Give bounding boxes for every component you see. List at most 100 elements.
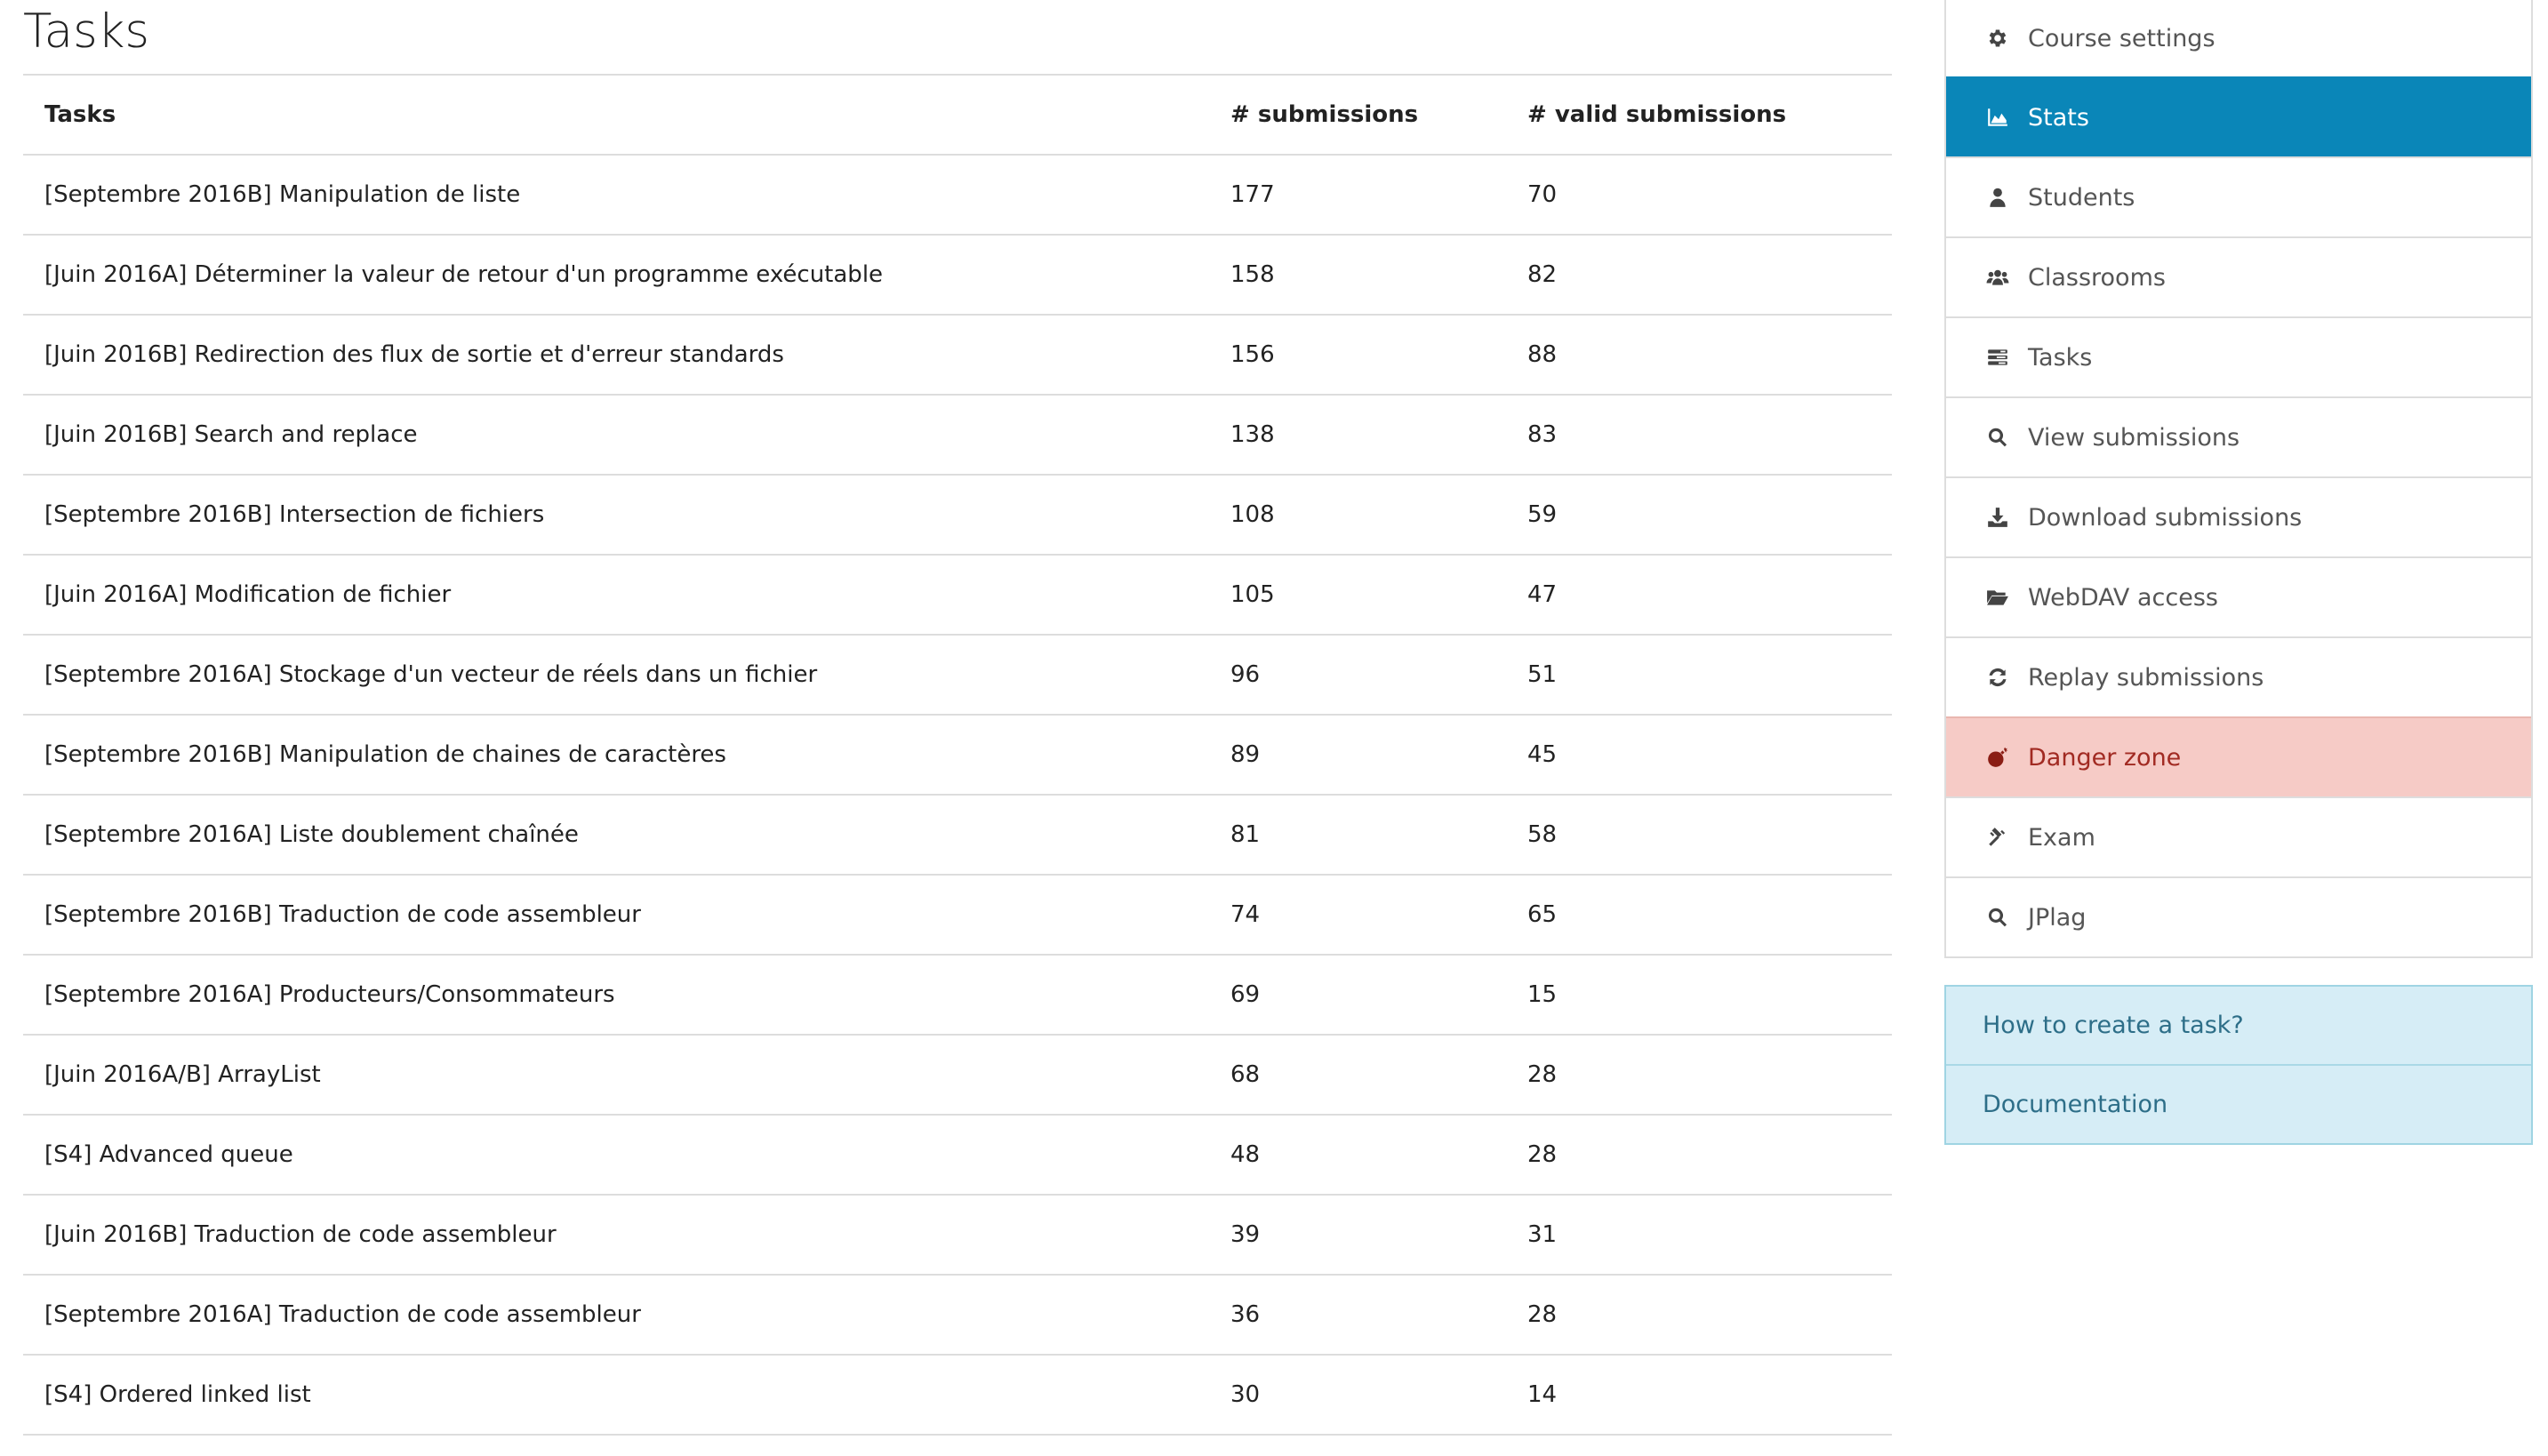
task-name-cell: [S4] Advanced queue bbox=[23, 1114, 1209, 1195]
submissions-count-cell: 48 bbox=[1209, 1114, 1506, 1195]
valid-submissions-count-cell: 15 bbox=[1506, 954, 1892, 1035]
sidebar: Course settings Stats Students Classrooms Ta… bbox=[1944, 0, 2533, 1145]
table-row: [Septembre 2016A] Stockage d'un vecteur … bbox=[23, 634, 1892, 715]
valid-submissions-count-cell: 28 bbox=[1506, 1034, 1892, 1115]
submissions-count-cell: 177 bbox=[1209, 154, 1506, 235]
sidebar-item-course-settings[interactable]: Course settings bbox=[1946, 0, 2531, 76]
valid-submissions-count-cell: 58 bbox=[1506, 794, 1892, 875]
sidebar-item-classrooms[interactable]: Classrooms bbox=[1946, 236, 2531, 316]
sidebar-item-jplag[interactable]: JPlag bbox=[1946, 876, 2531, 956]
task-name-cell: [Juin 2016A/B] ArrayList bbox=[23, 1034, 1209, 1115]
valid-submissions-count-cell: 51 bbox=[1506, 634, 1892, 715]
area-chart-icon bbox=[1985, 105, 2010, 130]
submissions-count-cell: 89 bbox=[1209, 714, 1506, 795]
course-admin-menu: Course settings Stats Students Classrooms Ta… bbox=[1944, 0, 2533, 958]
task-name-cell: [Juin 2016A] Modification de fichier bbox=[23, 554, 1209, 635]
valid-submissions-count-cell: 88 bbox=[1506, 314, 1892, 395]
submissions-count-cell: 96 bbox=[1209, 634, 1506, 715]
valid-submissions-count-cell: 28 bbox=[1506, 1274, 1892, 1355]
task-name-cell: [Septembre 2016B] Manipulation de chaine… bbox=[23, 714, 1209, 795]
task-name-cell: [Septembre 2016A] Liste doublement chaîn… bbox=[23, 794, 1209, 875]
sidebar-item-students[interactable]: Students bbox=[1946, 156, 2531, 236]
task-name-cell: [Juin 2016B] Redirection des flux de sor… bbox=[23, 314, 1209, 395]
valid-submissions-count-cell: 45 bbox=[1506, 714, 1892, 795]
sidebar-item-label: Tasks bbox=[2028, 343, 2093, 372]
table-row: [S4] Ordered linked list 30 14 bbox=[23, 1354, 1892, 1436]
sidebar-item-label: JPlag bbox=[2028, 903, 2087, 932]
folder-open-icon bbox=[1985, 585, 2010, 610]
submissions-count-cell: 69 bbox=[1209, 954, 1506, 1035]
help-link-how-to-create-task[interactable]: How to create a task? bbox=[1946, 987, 2531, 1064]
download-icon bbox=[1985, 505, 2010, 530]
valid-submissions-count-cell: 59 bbox=[1506, 474, 1892, 555]
sidebar-item-exam[interactable]: Exam bbox=[1946, 796, 2531, 876]
column-header-tasks: Tasks bbox=[23, 74, 1209, 156]
sidebar-item-label: Stats bbox=[2028, 103, 2089, 132]
table-row: [Juin 2016B] Search and replace 138 83 bbox=[23, 394, 1892, 475]
user-icon bbox=[1985, 185, 2010, 210]
submissions-count-cell: 30 bbox=[1209, 1354, 1506, 1436]
sidebar-item-webdav-access[interactable]: WebDAV access bbox=[1946, 556, 2531, 636]
task-name-cell: [Septembre 2016A] Traduction de code ass… bbox=[23, 1274, 1209, 1355]
sidebar-item-label: Danger zone bbox=[2028, 743, 2182, 772]
users-icon bbox=[1985, 265, 2010, 290]
valid-submissions-count-cell: 31 bbox=[1506, 1194, 1892, 1275]
valid-submissions-count-cell: 28 bbox=[1506, 1114, 1892, 1195]
help-link-documentation[interactable]: Documentation bbox=[1946, 1064, 2531, 1143]
task-name-cell: [Septembre 2016B] Intersection de fichie… bbox=[23, 474, 1209, 555]
sidebar-item-stats[interactable]: Stats bbox=[1946, 76, 2531, 156]
submissions-count-cell: 158 bbox=[1209, 234, 1506, 315]
task-name-cell: [Juin 2016A] Déterminer la valeur de ret… bbox=[23, 234, 1209, 315]
table-row: [Juin 2016A/B] ArrayList 68 28 bbox=[23, 1034, 1892, 1115]
table-row: [Juin 2016B] Traduction de code assemble… bbox=[23, 1194, 1892, 1275]
table-row: [Septembre 2016B] Manipulation de chaine… bbox=[23, 714, 1892, 795]
valid-submissions-count-cell: 65 bbox=[1506, 874, 1892, 955]
sidebar-item-label: Course settings bbox=[2028, 24, 2215, 52]
table-row: [Septembre 2016A] Liste doublement chaîn… bbox=[23, 794, 1892, 875]
table-row: [Septembre 2016B] Traduction de code ass… bbox=[23, 874, 1892, 955]
sidebar-item-download-submissions[interactable]: Download submissions bbox=[1946, 476, 2531, 556]
valid-submissions-count-cell: 83 bbox=[1506, 394, 1892, 475]
submissions-count-cell: 68 bbox=[1209, 1034, 1506, 1115]
table-row: [S4] Advanced queue 48 28 bbox=[23, 1114, 1892, 1195]
sidebar-item-label: View submissions bbox=[2028, 423, 2240, 452]
tasks-table: Tasks # submissions # valid submissions … bbox=[23, 74, 1892, 1436]
table-header-row: Tasks # submissions # valid submissions bbox=[23, 74, 1892, 156]
submissions-count-cell: 36 bbox=[1209, 1274, 1506, 1355]
submissions-count-cell: 105 bbox=[1209, 554, 1506, 635]
sidebar-item-label: WebDAV access bbox=[2028, 583, 2218, 612]
sidebar-item-view-submissions[interactable]: View submissions bbox=[1946, 396, 2531, 476]
submissions-count-cell: 81 bbox=[1209, 794, 1506, 875]
sidebar-item-danger-zone[interactable]: Danger zone bbox=[1946, 716, 2531, 796]
tasks-table-body: [Septembre 2016B] Manipulation de liste 1… bbox=[23, 154, 1892, 1436]
tasks-icon bbox=[1985, 345, 2010, 370]
sidebar-item-replay-submissions[interactable]: Replay submissions bbox=[1946, 636, 2531, 716]
table-row: [Juin 2016A] Déterminer la valeur de ret… bbox=[23, 234, 1892, 315]
table-row: [Septembre 2016A] Producteurs/Consommate… bbox=[23, 954, 1892, 1035]
column-header-submissions: # submissions bbox=[1209, 74, 1506, 156]
task-name-cell: [Septembre 2016A] Stockage d'un vecteur … bbox=[23, 634, 1209, 715]
sidebar-item-label: Classrooms bbox=[2028, 263, 2166, 292]
sidebar-item-tasks[interactable]: Tasks bbox=[1946, 316, 2531, 396]
table-row: [Septembre 2016B] Manipulation de liste 1… bbox=[23, 154, 1892, 235]
gavel-icon bbox=[1985, 825, 2010, 850]
task-name-cell: [Juin 2016B] Traduction de code assemble… bbox=[23, 1194, 1209, 1275]
submissions-count-cell: 39 bbox=[1209, 1194, 1506, 1275]
task-name-cell: [Septembre 2016A] Producteurs/Consommate… bbox=[23, 954, 1209, 1035]
column-header-valid-submissions: # valid submissions bbox=[1506, 74, 1892, 156]
refresh-icon bbox=[1985, 665, 2010, 690]
sidebar-item-label: Replay submissions bbox=[2028, 663, 2264, 692]
submissions-count-cell: 108 bbox=[1209, 474, 1506, 555]
valid-submissions-count-cell: 47 bbox=[1506, 554, 1892, 635]
submissions-count-cell: 74 bbox=[1209, 874, 1506, 955]
submissions-count-cell: 156 bbox=[1209, 314, 1506, 395]
sidebar-item-label: Exam bbox=[2028, 823, 2095, 852]
task-name-cell: [S4] Ordered linked list bbox=[23, 1354, 1209, 1436]
table-row: [Septembre 2016A] Traduction de code ass… bbox=[23, 1274, 1892, 1355]
page-title: Tasks bbox=[23, 4, 149, 59]
help-links: How to create a task? Documentation bbox=[1944, 985, 2533, 1145]
table-row: [Septembre 2016B] Intersection de fichie… bbox=[23, 474, 1892, 555]
sidebar-item-label: Students bbox=[2028, 183, 2135, 212]
search-icon bbox=[1985, 905, 2010, 930]
table-row: [Juin 2016A] Modification de fichier 105 4… bbox=[23, 554, 1892, 635]
